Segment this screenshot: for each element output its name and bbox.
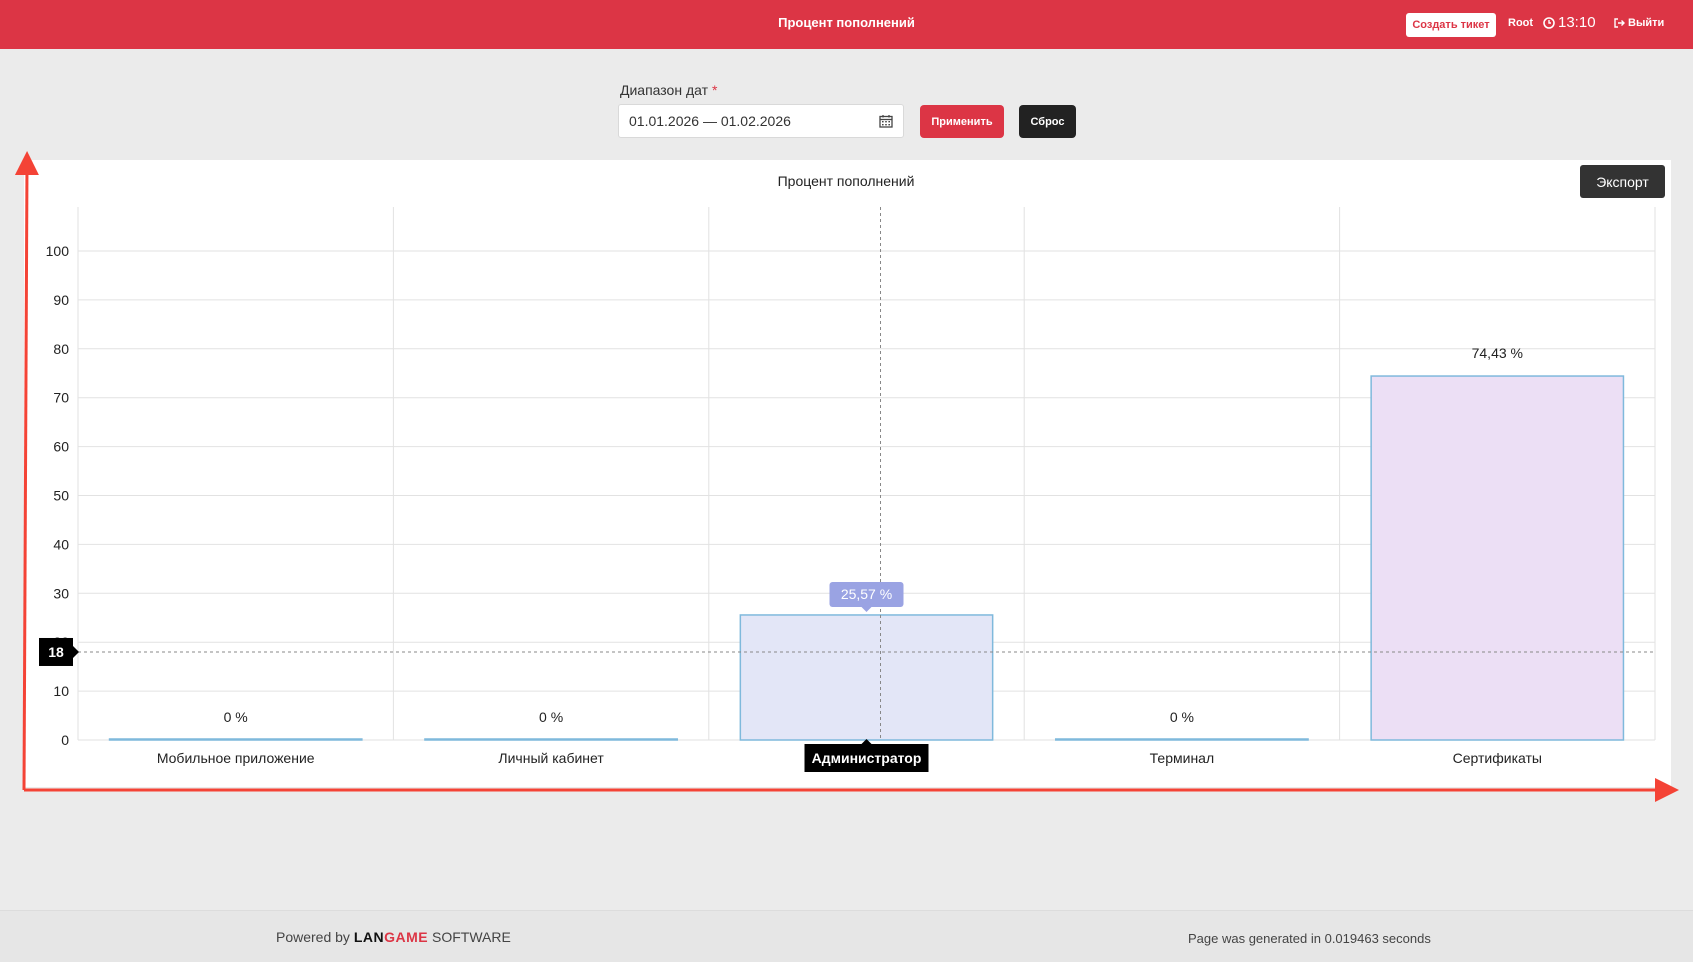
- tooltip-pointer: [861, 606, 872, 612]
- y-tick-label: 50: [53, 488, 69, 504]
- bar-data-label: 0 %: [224, 709, 248, 725]
- x-tick-label: Личный кабинет: [498, 750, 604, 766]
- bar: [1370, 375, 1625, 741]
- highlighted-x-label: Администратор: [812, 750, 922, 766]
- bar-data-label: 0 %: [1170, 709, 1194, 725]
- y-axis-ticks: 0102030405060708090100: [46, 243, 70, 748]
- generation-time: Page was generated in 0.019463 seconds: [1188, 931, 1431, 946]
- y-tick-label: 70: [53, 390, 69, 406]
- y-tick-label: 60: [53, 439, 69, 455]
- bar: [108, 738, 363, 741]
- brand-logo[interactable]: LANGAME: [354, 929, 428, 945]
- x-tick-label: Терминал: [1150, 750, 1214, 766]
- powered-prefix: Powered by: [276, 929, 350, 945]
- tooltip-label: 25,57 %: [841, 586, 892, 602]
- y-tick-label: 90: [53, 292, 69, 308]
- bar-chart: Процент пополнений 0 % 0 % 0 % 74,43 % 0 10 2…: [14, 151, 1679, 802]
- crosshair-y-label: 18: [48, 644, 64, 660]
- annotation-arrow-vertical: [14, 151, 39, 791]
- y-tick-label: 0: [61, 732, 69, 748]
- y-tick-label: 10: [53, 683, 69, 699]
- footer: Powered by LANGAME SOFTWARE Page was gen…: [0, 910, 1693, 962]
- chart-bars: [108, 375, 1625, 741]
- y-tick-label: 80: [53, 341, 69, 357]
- bar-data-label: 74,43 %: [1472, 345, 1523, 361]
- bar-data-label: 0 %: [539, 709, 563, 725]
- y-tick-label: 40: [53, 536, 69, 552]
- brand-suffix: SOFTWARE: [432, 929, 511, 945]
- chart-title: Процент пополнений: [778, 173, 915, 189]
- x-tick-label: Мобильное приложение: [157, 750, 315, 766]
- powered-by: Powered by LANGAME SOFTWARE: [276, 929, 511, 945]
- x-tick-label: Сертификаты: [1453, 750, 1542, 766]
- bar: [424, 738, 679, 741]
- brand-part2: GAME: [384, 929, 429, 945]
- y-tick-label: 30: [53, 585, 69, 601]
- y-tick-label: 100: [46, 243, 70, 259]
- brand-part1: LAN: [353, 929, 385, 945]
- bar: [1054, 738, 1309, 741]
- bar: [739, 614, 994, 741]
